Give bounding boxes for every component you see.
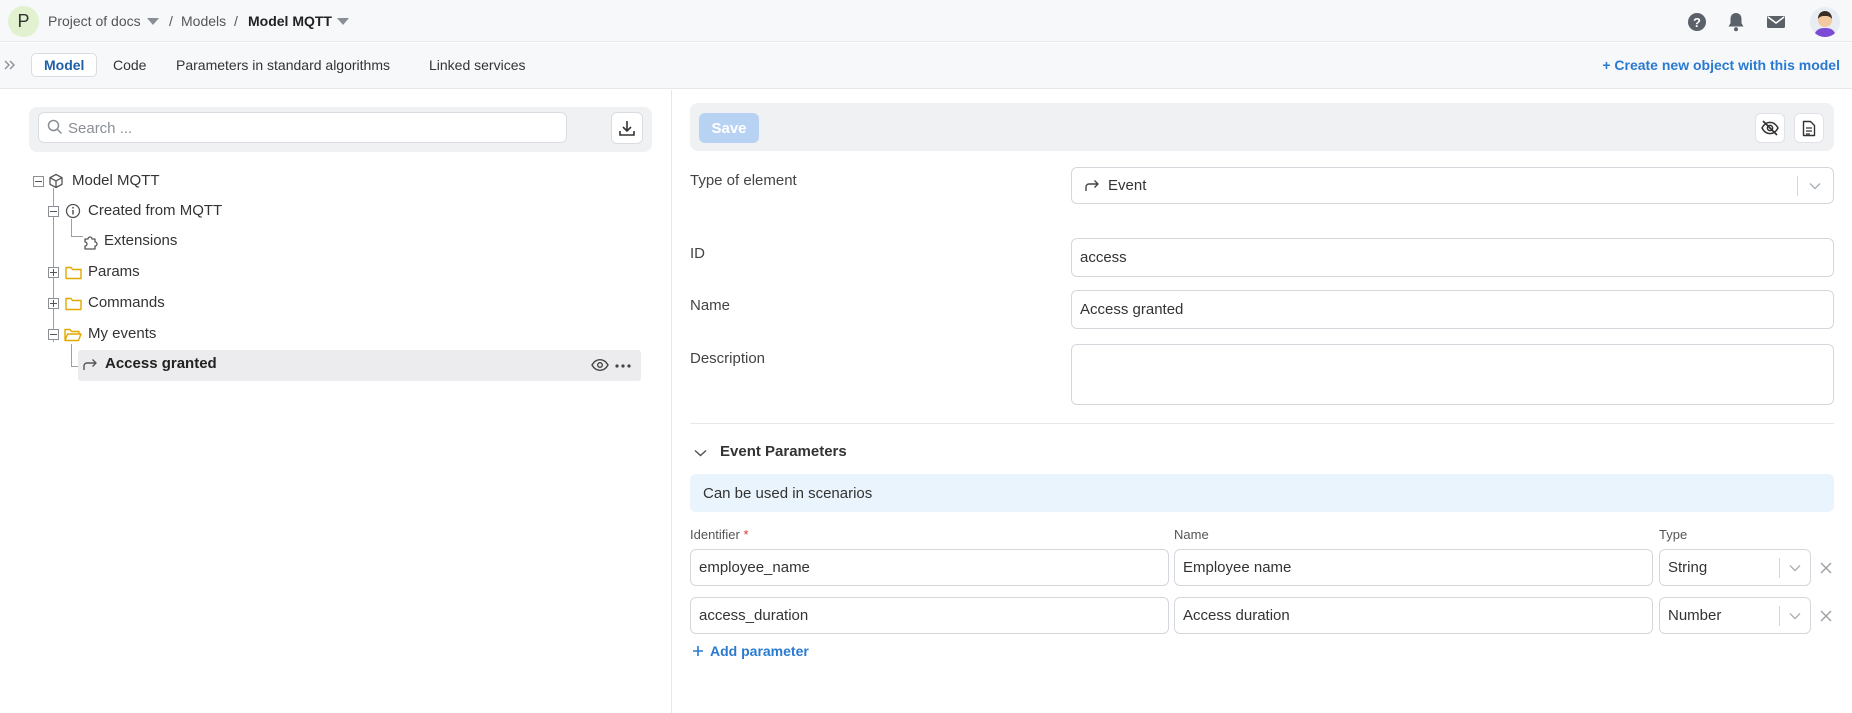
breadcrumb-separator: / xyxy=(169,13,173,29)
param-identifier-input[interactable]: employee_name xyxy=(690,549,1169,586)
more-options-icon[interactable] xyxy=(615,364,631,368)
remove-parameter-icon[interactable] xyxy=(1819,609,1833,623)
section-divider xyxy=(690,423,1834,424)
scenario-info-banner: Can be used in scenarios xyxy=(690,474,1834,512)
required-mark: * xyxy=(743,527,749,542)
user-avatar[interactable] xyxy=(1810,7,1840,37)
tab-parameters-standard-algorithms[interactable]: Parameters in standard algorithms xyxy=(164,53,402,77)
param-identifier-value: employee_name xyxy=(699,559,810,576)
param-type-select[interactable]: String xyxy=(1659,549,1811,586)
event-icon xyxy=(1085,179,1099,191)
create-object-link[interactable]: + Create new object with this model xyxy=(1602,57,1840,73)
name-field[interactable]: Access granted xyxy=(1071,290,1834,329)
select-separator xyxy=(1779,605,1780,626)
type-column-header: Type xyxy=(1659,527,1688,542)
description-field[interactable] xyxy=(1071,344,1834,405)
project-initial: P xyxy=(17,11,30,31)
cube-icon xyxy=(47,172,65,190)
document-icon[interactable] xyxy=(1794,113,1824,143)
tree-item-extensions[interactable]: Extensions xyxy=(104,232,177,249)
download-button[interactable] xyxy=(611,112,643,144)
param-name-input[interactable]: Access duration xyxy=(1174,597,1653,634)
name-label: Name xyxy=(690,297,731,314)
editor-toolbar xyxy=(690,103,1834,151)
search-input[interactable] xyxy=(68,116,558,140)
folder-icon xyxy=(64,294,82,312)
name-column-header: Name xyxy=(1174,527,1209,542)
project-dropdown-icon[interactable] xyxy=(147,18,159,25)
hide-icon[interactable] xyxy=(1755,113,1785,143)
breadcrumb-current-model: Model MQTT xyxy=(248,13,332,29)
svg-text:?: ? xyxy=(1693,15,1701,30)
event-icon xyxy=(81,356,99,374)
help-icon[interactable]: ? xyxy=(1686,11,1708,33)
add-parameter-label: Add parameter xyxy=(710,643,809,659)
param-type-value: Number xyxy=(1668,607,1722,624)
id-value: access xyxy=(1080,249,1127,266)
collapse-toggle[interactable] xyxy=(48,206,59,217)
expand-toggle[interactable] xyxy=(48,267,59,278)
param-name-value: Employee name xyxy=(1183,559,1292,576)
chevron-down-icon xyxy=(1789,564,1801,571)
identifier-column-header: Identifier * xyxy=(690,527,749,542)
info-icon xyxy=(64,202,82,220)
expand-sidebar-icon[interactable] xyxy=(3,58,17,72)
tree-item-model-mqtt[interactable]: Model MQTT xyxy=(72,172,160,189)
type-of-element-value: Event xyxy=(1108,177,1147,194)
description-label: Description xyxy=(690,350,766,367)
type-of-element-select[interactable]: Event xyxy=(1071,167,1834,204)
remove-parameter-icon[interactable] xyxy=(1819,561,1833,575)
tree-item-my-events[interactable]: My events xyxy=(88,325,156,342)
collapse-section-chevron-icon[interactable] xyxy=(694,449,707,457)
id-field[interactable]: access xyxy=(1071,238,1834,277)
chevron-down-icon xyxy=(1809,182,1821,189)
param-type-value: String xyxy=(1668,559,1708,576)
identifier-header-label: Identifier xyxy=(690,527,740,542)
type-of-element-label: Type of element xyxy=(690,172,797,189)
add-parameter-button[interactable]: Add parameter xyxy=(692,643,809,659)
puzzle-icon xyxy=(81,232,99,250)
breadcrumb-separator: / xyxy=(234,13,238,29)
tree-item-access-granted[interactable]: Access granted xyxy=(105,355,217,372)
event-parameters-title[interactable]: Event Parameters xyxy=(720,443,847,460)
download-icon xyxy=(619,121,635,136)
param-identifier-value: access_duration xyxy=(699,607,809,624)
tab-code[interactable]: Code xyxy=(101,53,158,77)
folder-icon xyxy=(64,263,82,281)
bell-icon[interactable] xyxy=(1725,11,1747,33)
select-separator xyxy=(1797,175,1798,196)
save-button[interactable]: Save xyxy=(699,113,759,143)
folder-open-icon xyxy=(64,325,82,343)
chevron-down-icon xyxy=(1789,612,1801,619)
param-name-value: Access duration xyxy=(1183,607,1290,624)
tree-guide-line xyxy=(71,219,72,236)
breadcrumb-project[interactable]: Project of docs xyxy=(48,13,141,29)
banner-text: Can be used in scenarios xyxy=(703,484,873,502)
breadcrumb-models[interactable]: Models xyxy=(181,13,226,29)
model-dropdown-icon[interactable] xyxy=(337,18,349,25)
param-type-select[interactable]: Number xyxy=(1659,597,1811,634)
tab-model[interactable]: Model xyxy=(31,53,98,77)
project-avatar[interactable]: P xyxy=(8,6,39,37)
expand-toggle[interactable] xyxy=(48,298,59,309)
plus-icon xyxy=(693,646,703,656)
search-icon xyxy=(47,119,63,135)
tree-guide-line xyxy=(71,344,72,366)
tree-item-commands[interactable]: Commands xyxy=(88,294,165,311)
panel-divider[interactable] xyxy=(671,90,672,713)
select-separator xyxy=(1779,557,1780,578)
tree-item-params[interactable]: Params xyxy=(88,263,140,280)
mail-icon[interactable] xyxy=(1765,11,1787,33)
collapse-toggle[interactable] xyxy=(33,176,44,187)
tab-linked-services[interactable]: Linked services xyxy=(417,53,538,77)
param-identifier-input[interactable]: access_duration xyxy=(690,597,1169,634)
collapse-toggle[interactable] xyxy=(48,329,59,340)
name-value: Access granted xyxy=(1080,301,1184,318)
param-name-input[interactable]: Employee name xyxy=(1174,549,1653,586)
tree-item-created-from-mqtt[interactable]: Created from MQTT xyxy=(88,202,222,219)
id-label: ID xyxy=(690,245,705,262)
eye-icon[interactable] xyxy=(591,358,609,372)
